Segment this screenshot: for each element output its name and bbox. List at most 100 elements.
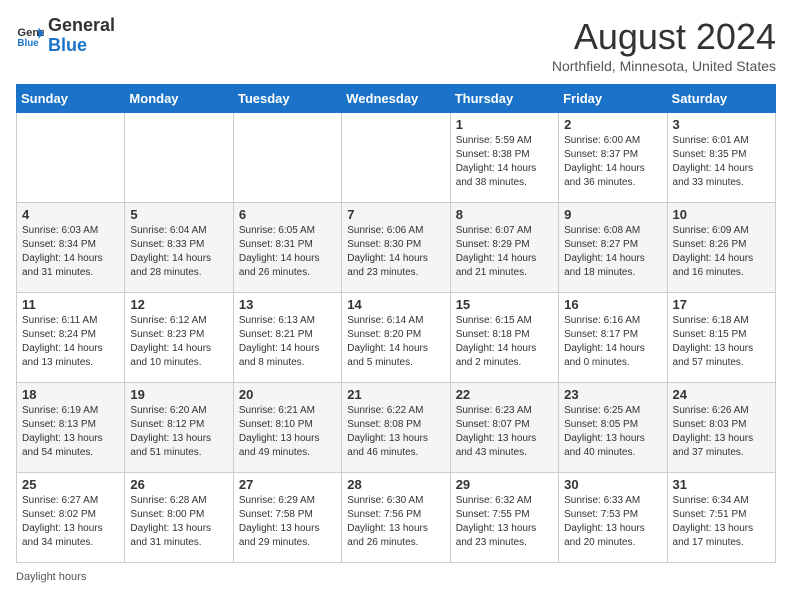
day-cell: 12 Sunrise: 6:12 AM Sunset: 8:23 PM Dayli…: [125, 293, 233, 383]
day-info: Sunrise: 6:30 AM Sunset: 7:56 PM Dayligh…: [347, 494, 444, 550]
day-cell: 14 Sunrise: 6:14 AM Sunset: 8:20 PM Dayli…: [342, 293, 450, 383]
day-cell: [233, 113, 341, 203]
day-cell: 17 Sunrise: 6:18 AM Sunset: 8:15 PM Dayli…: [667, 293, 775, 383]
day-info: Sunrise: 6:11 AM Sunset: 8:24 PM Dayligh…: [22, 314, 119, 370]
day-info: Sunrise: 6:12 AM Sunset: 8:23 PM Dayligh…: [130, 314, 227, 370]
day-cell: 29Sunrise: 6:32 AM Sunset: 7:55 PM Dayli…: [450, 473, 558, 563]
day-cell: 5Sunrise: 6:04 AM Sunset: 8:33 PM Daylig…: [125, 203, 233, 293]
day-number: 31: [673, 477, 770, 492]
day-cell: 10Sunrise: 6:09 AM Sunset: 8:26 PM Dayli…: [667, 203, 775, 293]
title-area: August 2024 Northfield, Minnesota, Unite…: [552, 16, 776, 74]
week-row-5: 25 Sunrise: 6:27 AM Sunset: 8:02 PM Dayli…: [17, 473, 776, 563]
day-info: Sunrise: 6:22 AM Sunset: 8:08 PM Dayligh…: [347, 404, 444, 460]
day-cell: 7 Sunrise: 6:06 AM Sunset: 8:30 PM Daylig…: [342, 203, 450, 293]
day-number: 28: [347, 477, 444, 492]
day-info: Sunrise: 6:06 AM Sunset: 8:30 PM Dayligh…: [347, 224, 444, 280]
day-cell: 30 Sunrise: 6:33 AM Sunset: 7:53 PM Dayli…: [559, 473, 667, 563]
day-number: 18: [22, 387, 119, 402]
day-number: 15: [456, 297, 553, 312]
day-cell: 16 Sunrise: 6:16 AM Sunset: 8:17 PM Dayli…: [559, 293, 667, 383]
day-info: Sunrise: 6:15 AM Sunset: 8:18 PM Dayligh…: [456, 314, 553, 370]
day-cell: 23Sunrise: 6:25 AM Sunset: 8:05 PM Dayli…: [559, 383, 667, 473]
logo-icon: General Blue: [16, 22, 44, 50]
weekday-header-tuesday: Tuesday: [233, 85, 341, 113]
day-number: 3: [673, 117, 770, 132]
day-info: Sunrise: 6:07 AM Sunset: 8:29 PM Dayligh…: [456, 224, 553, 280]
day-number: 12: [130, 297, 227, 312]
day-cell: 18 Sunrise: 6:19 AM Sunset: 8:13 PM Dayli…: [17, 383, 125, 473]
day-number: 9: [564, 207, 661, 222]
day-number: 14: [347, 297, 444, 312]
day-cell: 13Sunrise: 6:13 AM Sunset: 8:21 PM Dayli…: [233, 293, 341, 383]
week-row-2: 4Sunrise: 6:03 AM Sunset: 8:34 PM Daylig…: [17, 203, 776, 293]
week-row-4: 18 Sunrise: 6:19 AM Sunset: 8:13 PM Dayli…: [17, 383, 776, 473]
day-number: 7: [347, 207, 444, 222]
day-cell: 26 Sunrise: 6:28 AM Sunset: 8:00 PM Dayli…: [125, 473, 233, 563]
day-info: Sunrise: 6:20 AM Sunset: 8:12 PM Dayligh…: [130, 404, 227, 460]
weekday-header-friday: Friday: [559, 85, 667, 113]
day-cell: 21 Sunrise: 6:22 AM Sunset: 8:08 PM Dayli…: [342, 383, 450, 473]
header: General Blue General Blue August 2024 No…: [16, 16, 776, 74]
day-cell: 20 Sunrise: 6:21 AM Sunset: 8:10 PM Dayli…: [233, 383, 341, 473]
calendar-subtitle: Northfield, Minnesota, United States: [552, 58, 776, 74]
day-info: Sunrise: 6:01 AM Sunset: 8:35 PM Dayligh…: [673, 134, 770, 190]
footer-note: Daylight hours: [16, 571, 776, 583]
week-row-3: 11 Sunrise: 6:11 AM Sunset: 8:24 PM Dayli…: [17, 293, 776, 383]
day-info: Sunrise: 6:09 AM Sunset: 8:26 PM Dayligh…: [673, 224, 770, 280]
day-number: 30: [564, 477, 661, 492]
day-cell: 19 Sunrise: 6:20 AM Sunset: 8:12 PM Dayli…: [125, 383, 233, 473]
day-number: 6: [239, 207, 336, 222]
day-info: Sunrise: 6:26 AM Sunset: 8:03 PM Dayligh…: [673, 404, 770, 460]
day-info: Sunrise: 6:23 AM Sunset: 8:07 PM Dayligh…: [456, 404, 553, 460]
weekday-header-wednesday: Wednesday: [342, 85, 450, 113]
day-number: 17: [673, 297, 770, 312]
week-row-1: 1 Sunrise: 5:59 AM Sunset: 8:38 PM Daylig…: [17, 113, 776, 203]
day-info: Sunrise: 5:59 AM Sunset: 8:38 PM Dayligh…: [456, 134, 553, 190]
svg-text:Blue: Blue: [17, 38, 39, 49]
day-cell: 6 Sunrise: 6:05 AM Sunset: 8:31 PM Daylig…: [233, 203, 341, 293]
day-cell: 1 Sunrise: 5:59 AM Sunset: 8:38 PM Daylig…: [450, 113, 558, 203]
day-info: Sunrise: 6:28 AM Sunset: 8:00 PM Dayligh…: [130, 494, 227, 550]
day-info: Sunrise: 6:18 AM Sunset: 8:15 PM Dayligh…: [673, 314, 770, 370]
day-number: 1: [456, 117, 553, 132]
day-number: 22: [456, 387, 553, 402]
day-info: Sunrise: 6:16 AM Sunset: 8:17 PM Dayligh…: [564, 314, 661, 370]
day-number: 20: [239, 387, 336, 402]
day-number: 13: [239, 297, 336, 312]
weekday-header-row: SundayMondayTuesdayWednesdayThursdayFrid…: [17, 85, 776, 113]
day-number: 21: [347, 387, 444, 402]
day-cell: 8Sunrise: 6:07 AM Sunset: 8:29 PM Daylig…: [450, 203, 558, 293]
day-number: 2: [564, 117, 661, 132]
day-number: 27: [239, 477, 336, 492]
day-number: 4: [22, 207, 119, 222]
day-cell: 25 Sunrise: 6:27 AM Sunset: 8:02 PM Dayli…: [17, 473, 125, 563]
day-info: Sunrise: 6:00 AM Sunset: 8:37 PM Dayligh…: [564, 134, 661, 190]
day-info: Sunrise: 6:21 AM Sunset: 8:10 PM Dayligh…: [239, 404, 336, 460]
logo: General Blue General Blue: [16, 16, 115, 56]
day-info: Sunrise: 6:14 AM Sunset: 8:20 PM Dayligh…: [347, 314, 444, 370]
day-info: Sunrise: 6:27 AM Sunset: 8:02 PM Dayligh…: [22, 494, 119, 550]
day-cell: 2 Sunrise: 6:00 AM Sunset: 8:37 PM Daylig…: [559, 113, 667, 203]
day-number: 25: [22, 477, 119, 492]
calendar-title: August 2024: [552, 16, 776, 58]
day-info: Sunrise: 6:05 AM Sunset: 8:31 PM Dayligh…: [239, 224, 336, 280]
day-number: 16: [564, 297, 661, 312]
day-number: 11: [22, 297, 119, 312]
day-cell: 27 Sunrise: 6:29 AM Sunset: 7:58 PM Dayli…: [233, 473, 341, 563]
day-number: 26: [130, 477, 227, 492]
weekday-header-monday: Monday: [125, 85, 233, 113]
day-info: Sunrise: 6:34 AM Sunset: 7:51 PM Dayligh…: [673, 494, 770, 550]
calendar-table: SundayMondayTuesdayWednesdayThursdayFrid…: [16, 84, 776, 563]
day-cell: 4Sunrise: 6:03 AM Sunset: 8:34 PM Daylig…: [17, 203, 125, 293]
day-info: Sunrise: 6:33 AM Sunset: 7:53 PM Dayligh…: [564, 494, 661, 550]
day-cell: 11 Sunrise: 6:11 AM Sunset: 8:24 PM Dayli…: [17, 293, 125, 383]
day-number: 5: [130, 207, 227, 222]
day-cell: 31 Sunrise: 6:34 AM Sunset: 7:51 PM Dayli…: [667, 473, 775, 563]
day-number: 19: [130, 387, 227, 402]
day-info: Sunrise: 6:19 AM Sunset: 8:13 PM Dayligh…: [22, 404, 119, 460]
day-cell: 22 Sunrise: 6:23 AM Sunset: 8:07 PM Dayli…: [450, 383, 558, 473]
day-cell: [125, 113, 233, 203]
day-info: Sunrise: 6:29 AM Sunset: 7:58 PM Dayligh…: [239, 494, 336, 550]
day-cell: [342, 113, 450, 203]
day-cell: 9Sunrise: 6:08 AM Sunset: 8:27 PM Daylig…: [559, 203, 667, 293]
